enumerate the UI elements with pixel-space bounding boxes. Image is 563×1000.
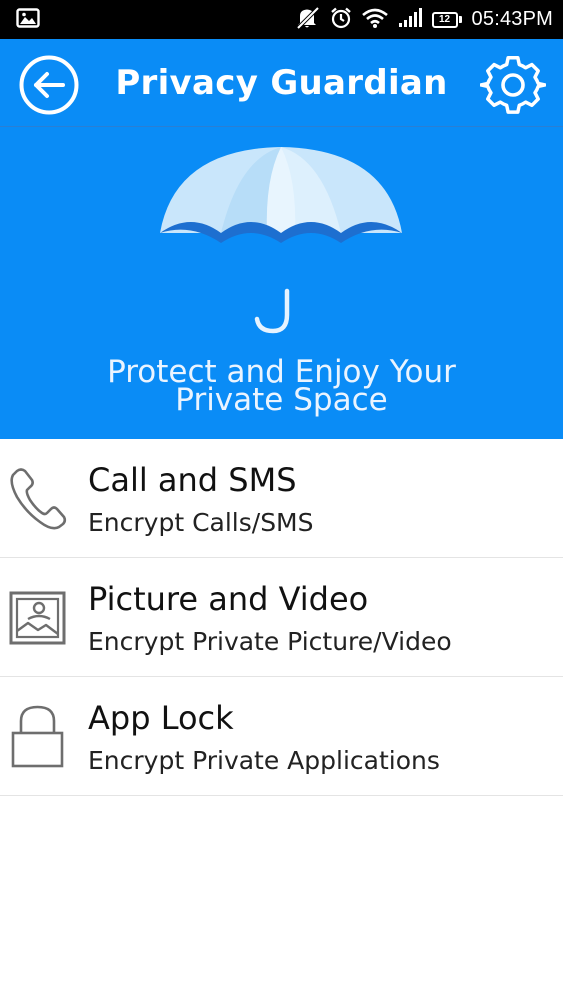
- status-time: 05:43PM: [471, 8, 553, 30]
- umbrella-icon: [160, 147, 402, 334]
- app-bar: Privacy Guardian: [0, 39, 563, 127]
- list-item-call-and-sms[interactable]: Call and SMS Encrypt Calls/SMS: [0, 439, 563, 558]
- list-item-app-lock[interactable]: App Lock Encrypt Private Applications: [0, 677, 563, 796]
- back-arrow-circle-icon: [19, 55, 79, 115]
- image-notification-icon: [16, 7, 40, 32]
- lock-icon: [8, 703, 68, 769]
- page-title: Privacy Guardian: [115, 63, 448, 103]
- list-item-picture-and-video[interactable]: Picture and Video Encrypt Private Pictur…: [0, 558, 563, 677]
- feature-subtitle: Encrypt Private Applications: [88, 746, 440, 775]
- feature-title: Call and SMS: [88, 461, 297, 499]
- signal-icon: [398, 7, 422, 32]
- status-bar: 12 05:43PM: [0, 0, 563, 39]
- phone-icon: [8, 465, 68, 531]
- muted-icon: [296, 6, 320, 33]
- back-button[interactable]: [18, 54, 80, 116]
- feature-subtitle: Encrypt Private Picture/Video: [88, 627, 452, 656]
- feature-title: App Lock: [88, 699, 234, 737]
- wifi-icon: [361, 8, 388, 32]
- alarm-icon: [330, 7, 352, 33]
- settings-button[interactable]: [479, 52, 547, 118]
- battery-icon: 12: [431, 11, 462, 28]
- battery-level: 12: [431, 11, 458, 28]
- feature-subtitle: Encrypt Calls/SMS: [88, 508, 314, 537]
- status-left: [16, 7, 40, 32]
- hero-banner: Protect and Enjoy Your Private Space: [0, 127, 563, 439]
- hero-tagline-line-2: Private Space: [175, 382, 388, 418]
- feature-title: Picture and Video: [88, 580, 369, 618]
- feature-list: Call and SMS Encrypt Calls/SMS Picture a…: [0, 439, 563, 796]
- status-right: 12 05:43PM: [296, 6, 553, 33]
- gear-icon: [479, 56, 547, 114]
- picture-icon: [8, 584, 68, 650]
